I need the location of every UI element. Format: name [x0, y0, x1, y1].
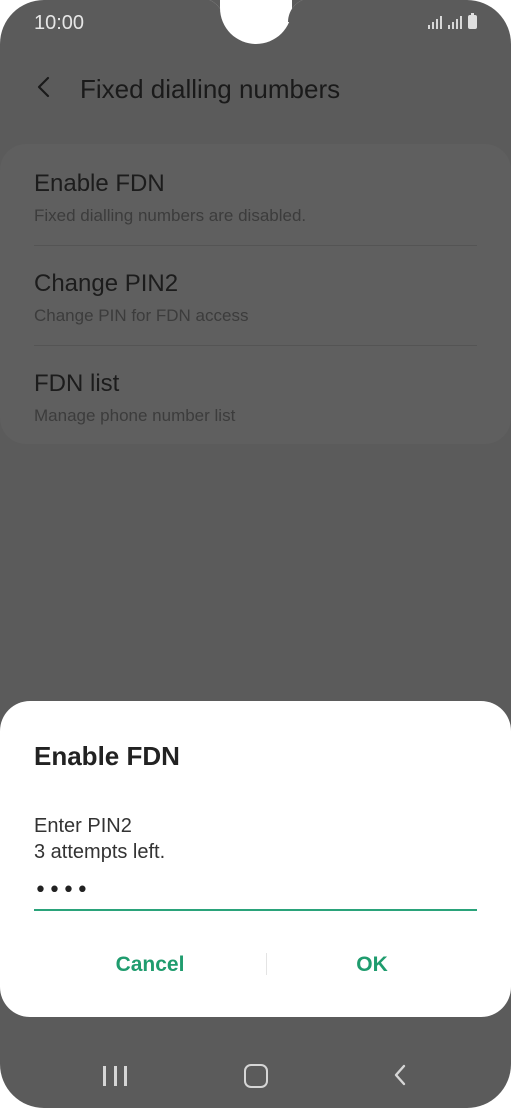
signal-icon	[448, 15, 462, 29]
setting-title: FDN list	[34, 370, 120, 397]
status-time: 10:00	[34, 12, 85, 34]
setting-subtitle: Manage phone number list	[34, 406, 236, 425]
ok-button[interactable]: OK	[272, 945, 472, 985]
enable-fdn-dialog: Enable FDN Enter PIN2 3 attempts left. C…	[0, 701, 511, 1017]
settings-card: Enable FDN Fixed dialling numbers are di…	[0, 144, 511, 444]
setting-title: Change PIN2	[34, 270, 179, 297]
dialog-title: Enable FDN	[34, 741, 180, 771]
signal-icon	[428, 15, 442, 29]
setting-fdn-list[interactable]: FDN list Manage phone number list	[34, 370, 477, 450]
setting-change-pin2[interactable]: Change PIN2 Change PIN for FDN access	[34, 270, 477, 350]
home-icon[interactable]	[244, 1064, 268, 1088]
chevron-left-icon	[37, 76, 50, 98]
divider	[34, 345, 477, 346]
navigation-bar	[0, 1050, 511, 1100]
setting-enable-fdn[interactable]: Enable FDN Fixed dialling numbers are di…	[34, 170, 477, 250]
back-button[interactable]	[30, 72, 60, 102]
pin2-input[interactable]	[34, 871, 477, 911]
attempts-left-text: 3 attempts left.	[34, 841, 166, 863]
recents-icon[interactable]	[103, 1066, 127, 1086]
button-separator	[266, 953, 267, 975]
phone-screen: 10:00 Fixed dialling numbers Enable FDN …	[0, 0, 511, 1108]
divider	[34, 245, 477, 246]
back-icon[interactable]	[388, 1062, 414, 1088]
dialog-message: Enter PIN2 3 attempts left.	[34, 813, 165, 865]
setting-subtitle: Change PIN for FDN access	[34, 306, 249, 325]
page-title: Fixed dialling numbers	[80, 74, 341, 104]
status-icons	[428, 13, 477, 29]
battery-icon	[468, 13, 477, 29]
setting-subtitle: Fixed dialling numbers are disabled.	[34, 206, 307, 225]
cancel-button[interactable]: Cancel	[50, 945, 250, 985]
setting-title: Enable FDN	[34, 170, 165, 197]
dialog-message-line: Enter PIN2	[34, 815, 132, 837]
app-bar: Fixed dialling numbers	[0, 66, 511, 110]
status-bar: 10:00	[34, 8, 477, 36]
